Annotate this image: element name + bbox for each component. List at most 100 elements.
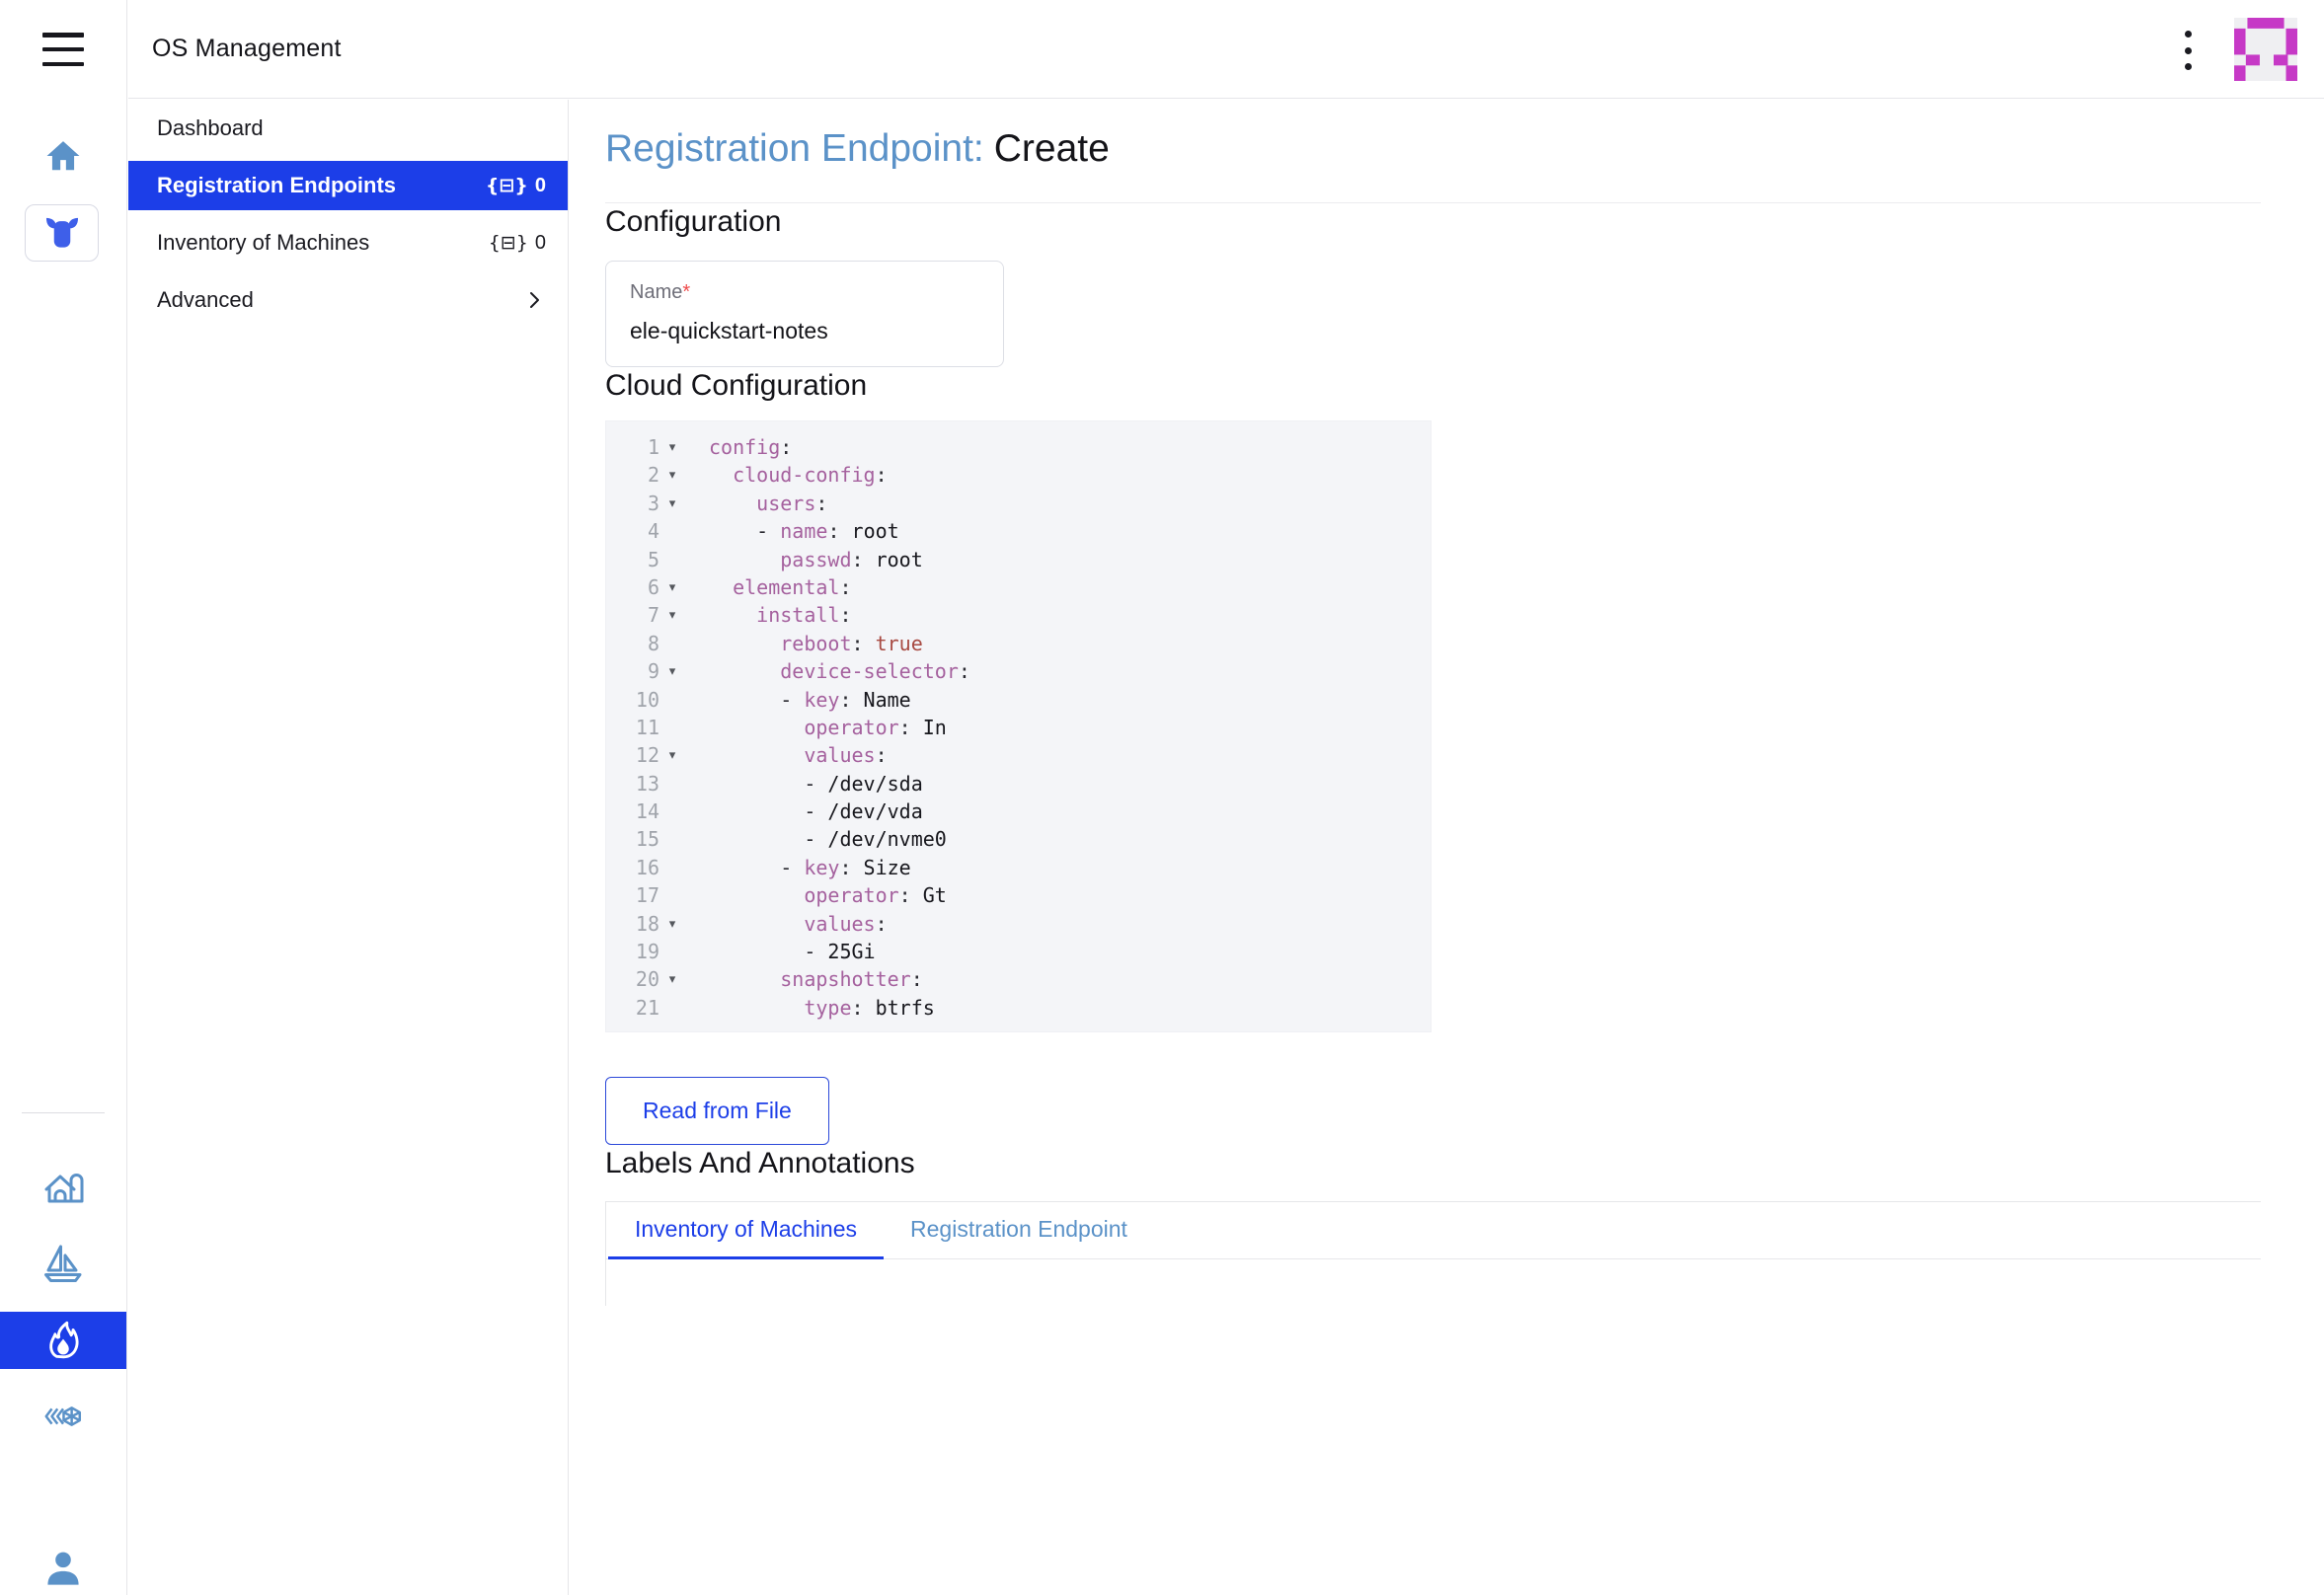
rail-divider [22,1112,105,1113]
line-number: 12 [620,741,659,769]
code-line: 2▾ cloud-config: [620,461,1431,489]
page-title: Registration Endpoint:Create [605,125,2261,173]
code-line: 18▾ values: [620,910,1431,938]
turbine-icon [40,1394,86,1439]
code-line: 15 - /dev/nvme0 [620,825,1431,853]
resource-count-icon: {⊟} [489,232,528,254]
user-menu-button[interactable] [0,1545,126,1594]
pixel-logo-icon [2234,18,2297,81]
tab-inventory-of-machines[interactable]: Inventory of Machines [608,1202,884,1259]
elemental-app-button[interactable] [25,204,99,262]
code-line: 10 - key: Name [620,686,1431,714]
line-number: 17 [620,881,659,909]
rail-button-sailboat[interactable] [0,1240,126,1289]
code-text: users: [709,490,827,517]
code-line: 6▾ elemental: [620,573,1431,601]
fold-spacer [659,714,685,741]
brand-logo[interactable] [2234,18,2297,81]
home-button[interactable] [0,136,126,176]
top-bar: OS Management [128,0,2324,99]
fold-arrow-icon[interactable]: ▾ [659,461,685,489]
name-input[interactable] [630,318,975,344]
code-line: 12▾ values: [620,741,1431,769]
sidebar-item-dashboard[interactable]: Dashboard [128,104,568,153]
fold-spacer [659,630,685,657]
line-number: 19 [620,938,659,965]
kebab-dot [2185,47,2192,54]
code-text: - /dev/nvme0 [709,825,947,853]
code-editor[interactable]: 1▾config:2▾ cloud-config:3▾ users:4 - na… [605,420,1432,1032]
code-line: 17 operator: Gt [620,881,1431,909]
resource-count-icon: {⊟} [486,175,528,196]
fold-arrow-icon[interactable]: ▾ [659,910,685,938]
hamburger-bar [42,33,84,38]
sidebar-item-label: Advanced [157,287,254,313]
kebab-menu-button[interactable] [2183,31,2193,70]
code-text: install: [709,601,852,629]
sidebar-item-inventory-of-machines[interactable]: Inventory of Machines {⊟} 0 [128,218,568,267]
sidebar-item-advanced[interactable]: Advanced [128,275,568,325]
app-title: OS Management [152,35,342,63]
fold-spacer [659,881,685,909]
code-line: 16 - key: Size [620,854,1431,881]
rail-button-turbine[interactable] [0,1392,126,1441]
line-number: 8 [620,630,659,657]
count-value: 0 [535,232,546,255]
kebab-dot [2185,63,2192,70]
tab-registration-endpoint[interactable]: Registration Endpoint [884,1202,1154,1259]
line-number: 14 [620,798,659,825]
cloud-configuration-heading: Cloud Configuration [605,367,2261,405]
code-text: device-selector: [709,657,970,685]
line-number: 13 [620,770,659,798]
barn-icon [39,1164,87,1211]
fold-spacer [659,938,685,965]
tab-label: Registration Endpoint [910,1216,1127,1243]
required-asterisk: * [682,281,690,303]
fold-arrow-icon[interactable]: ▾ [659,741,685,769]
fold-arrow-icon[interactable]: ▾ [659,601,685,629]
fold-arrow-icon[interactable]: ▾ [659,433,685,461]
home-icon [44,137,82,175]
line-number: 1 [620,433,659,461]
sidebar-item-registration-endpoints[interactable]: Registration Endpoints {⊟} 0 [128,161,568,210]
code-text: - name: root [709,517,899,545]
tab-strip: Inventory of Machines Registration Endpo… [606,1202,2261,1259]
read-from-file-button[interactable]: Read from File [605,1077,829,1145]
count-badge: {⊟} 0 [486,175,546,197]
page-title-resource: Registration Endpoint: [605,127,984,170]
code-line: 3▾ users: [620,490,1431,517]
hamburger-menu-button[interactable] [42,33,84,66]
code-line: 4 - name: root [620,517,1431,545]
code-text: passwd: root [709,546,923,573]
line-number: 2 [620,461,659,489]
fold-arrow-icon[interactable]: ▾ [659,657,685,685]
fold-arrow-icon[interactable]: ▾ [659,965,685,993]
line-number: 9 [620,657,659,685]
user-icon [41,1548,85,1591]
code-text: type: btrfs [709,994,935,1022]
line-number: 10 [620,686,659,714]
fold-spacer [659,798,685,825]
chevron-right-icon [522,288,546,312]
fold-arrow-icon[interactable]: ▾ [659,573,685,601]
line-number: 5 [620,546,659,573]
fold-arrow-icon[interactable]: ▾ [659,490,685,517]
code-line: 9▾ device-selector: [620,657,1431,685]
sailboat-icon [39,1241,87,1288]
line-number: 11 [620,714,659,741]
fold-spacer [659,994,685,1022]
code-text: reboot: true [709,630,923,657]
rail-button-barn[interactable] [0,1163,126,1212]
code-line: 1▾config: [620,433,1431,461]
name-field[interactable]: Name* [605,261,1004,367]
line-number: 15 [620,825,659,853]
line-number: 4 [620,517,659,545]
code-text: - 25Gi [709,938,876,965]
code-text: - /dev/sda [709,770,923,798]
rail-button-flame-selected[interactable] [0,1312,126,1369]
main-content: Registration Endpoint:Create Configurati… [570,100,2324,1595]
kebab-dot [2185,31,2192,38]
labels-annotations-heading: Labels And Annotations [605,1145,2261,1182]
fold-spacer [659,517,685,545]
code-text: cloud-config: [709,461,888,489]
